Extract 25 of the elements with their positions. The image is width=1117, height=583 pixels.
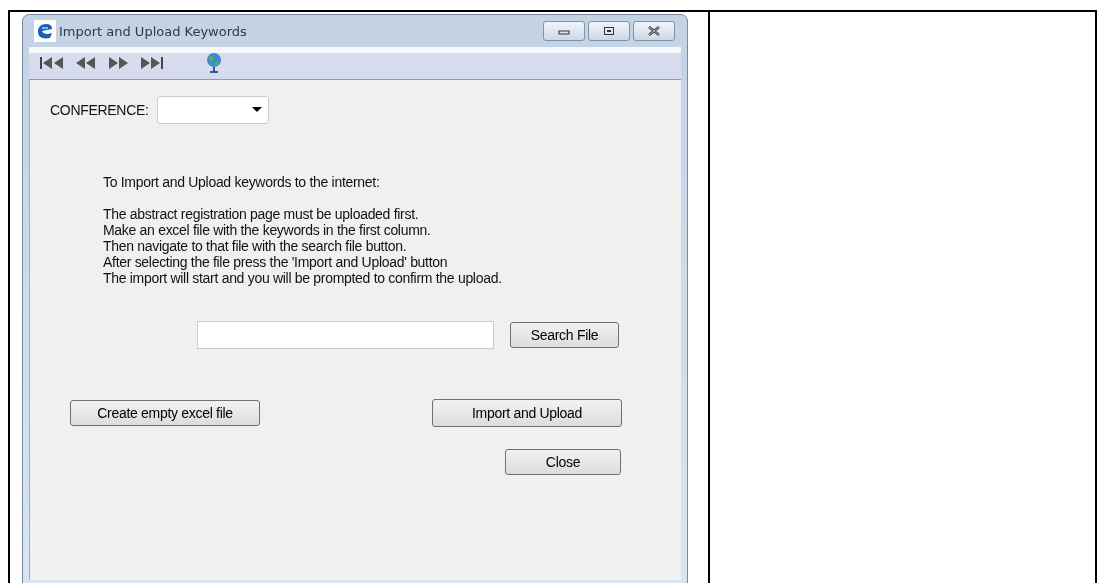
file-path-field[interactable] bbox=[197, 321, 494, 349]
import-upload-button[interactable]: Import and Upload bbox=[432, 399, 622, 427]
maximize-icon bbox=[603, 26, 615, 36]
instructions-heading: To Import and Upload keywords to the internet: bbox=[103, 174, 381, 190]
instruction-line: The import will start and you will be prompted to confirm the upload. bbox=[103, 270, 503, 286]
instruction-line: Make an excel file with the keywords in the first column. bbox=[103, 222, 432, 238]
instruction-line: The abstract registration page must be uploaded first. bbox=[103, 206, 420, 222]
dropdown-arrow-icon bbox=[251, 107, 262, 113]
conference-label: CONFERENCE: bbox=[50, 102, 149, 118]
close-window-button[interactable] bbox=[633, 21, 675, 41]
first-record-icon[interactable] bbox=[39, 56, 65, 70]
minimize-icon bbox=[558, 27, 570, 35]
maximize-button[interactable] bbox=[588, 21, 630, 41]
create-excel-button[interactable]: Create empty excel file bbox=[70, 400, 260, 426]
close-button[interactable]: Close bbox=[505, 449, 621, 475]
search-file-button[interactable]: Search File bbox=[510, 322, 619, 348]
last-record-icon[interactable] bbox=[139, 56, 165, 70]
app-logo-icon bbox=[34, 20, 56, 42]
window-title: Import and Upload Keywords bbox=[59, 23, 247, 39]
instruction-line: After selecting the file press the 'Import and Upload' button bbox=[103, 254, 449, 270]
close-icon bbox=[647, 26, 661, 36]
previous-record-icon[interactable] bbox=[75, 56, 97, 70]
instruction-line: Then navigate to that file with the search file button. bbox=[103, 238, 408, 254]
next-record-icon[interactable] bbox=[107, 56, 129, 70]
globe-icon[interactable] bbox=[205, 52, 223, 74]
